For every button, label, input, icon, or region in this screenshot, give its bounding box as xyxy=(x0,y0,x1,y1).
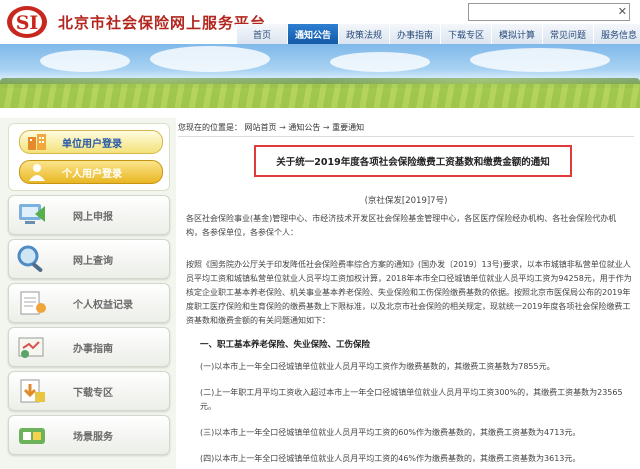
sidebar-item-downloads[interactable]: 下载专区 xyxy=(8,371,170,411)
list-item: (四)以本市上一年全口径城镇单位就业人员月平均工资的46%作为缴费基数的，其缴费… xyxy=(200,454,581,463)
building-icon xyxy=(28,134,46,150)
online-declare-icon xyxy=(19,204,45,224)
person-record-icon xyxy=(20,291,46,315)
nav-policies[interactable]: 政策法规 xyxy=(338,24,389,44)
sidebar-item-label: 个人权益记录 xyxy=(73,299,133,311)
breadcrumb-home[interactable]: 网站首页 xyxy=(245,123,277,132)
site-title: 北京市社会保险网上服务平台 xyxy=(58,14,267,32)
close-icon[interactable]: ✕ xyxy=(618,4,627,20)
nav-home[interactable]: 首页 xyxy=(236,24,287,44)
login-box: 单位用户登录 个人用户登录 xyxy=(8,123,170,191)
nav-downloads[interactable]: 下载专区 xyxy=(440,24,491,44)
breadcrumb-separator: → xyxy=(322,123,330,132)
magnifier-icon xyxy=(17,245,43,272)
breadcrumb-separator: → xyxy=(279,123,286,132)
sidebar-item-label: 网上查询 xyxy=(73,255,113,267)
sidebar-item-label: 办事指南 xyxy=(73,343,113,355)
banner-image xyxy=(0,44,640,108)
download-icon xyxy=(20,379,45,403)
sidebar-item-person-record[interactable]: 个人权益记录 xyxy=(8,283,170,323)
main-content: 您现在的位置是： 网站首页 → 通知公告 → 重要通知 关于统一2019年度各项… xyxy=(178,118,638,469)
person-icon xyxy=(29,164,45,181)
nav-notices[interactable]: 通知公告 xyxy=(287,24,338,44)
nav-service-info[interactable]: 服务信息 xyxy=(593,24,640,44)
unit-login-label: 单位用户登录 xyxy=(62,138,122,150)
divider xyxy=(178,136,634,137)
breadcrumb-important[interactable]: 重要通知 xyxy=(332,123,364,132)
scene-service-icon xyxy=(19,428,45,444)
nav-guide[interactable]: 办事指南 xyxy=(389,24,440,44)
body-paragraph: 按照《国务院办公厅关于印发降低社会保险费率综合方案的通知》(国办发〔2019〕1… xyxy=(186,260,632,325)
unit-login-button[interactable]: 单位用户登录 xyxy=(19,130,163,154)
list-item: (一)以本市上一年全口径城镇单位就业人员月平均工资作为缴费基数的，其缴费工资基数… xyxy=(200,362,555,371)
si-logo-icon[interactable]: SI xyxy=(6,4,50,40)
search-input[interactable]: ✕ xyxy=(468,3,630,21)
sidebar: 单位用户登录 个人用户登录 网上申报 网上查询 个人权益记录 办事指南 下载专区… xyxy=(0,118,176,469)
article-title: 关于统一2019年度各项社会保险缴费工资基数和缴费金额的通知 xyxy=(276,157,550,168)
person-login-button[interactable]: 个人用户登录 xyxy=(19,160,163,184)
sidebar-item-label: 下载专区 xyxy=(73,387,113,399)
breadcrumb: 您现在的位置是： 网站首页 → 通知公告 → 重要通知 xyxy=(178,122,634,133)
article-title-box: 关于统一2019年度各项社会保险缴费工资基数和缴费金额的通知 xyxy=(254,145,572,177)
list-item: (三)以本市上一年全口径城镇单位就业人员月平均工资的60%作为缴费基数的，其缴费… xyxy=(200,428,581,437)
breadcrumb-notices[interactable]: 通知公告 xyxy=(288,123,320,132)
person-login-label: 个人用户登录 xyxy=(62,168,122,180)
sidebar-item-label: 网上申报 xyxy=(73,211,113,223)
sidebar-item-scene-service[interactable]: 场景服务 xyxy=(8,415,170,455)
document-number: (京社保发[2019]7号) xyxy=(364,196,448,206)
site-header: SI 北京市社会保险网上服务平台 ✕ 首页 通知公告 政策法规 办事指南 下载专… xyxy=(0,0,640,44)
guide-icon xyxy=(18,337,44,358)
sidebar-item-guide[interactable]: 办事指南 xyxy=(8,327,170,367)
main-nav: 首页 通知公告 政策法规 办事指南 下载专区 模拟计算 常见问题 服务信息 xyxy=(236,24,640,44)
nav-calculator[interactable]: 模拟计算 xyxy=(491,24,542,44)
breadcrumb-prefix: 您现在的位置是： xyxy=(178,123,242,132)
addressee-paragraph: 各区社会保险事业(基金)管理中心、市经济技术开发区社会保险基金管理中心，各区医疗… xyxy=(186,214,617,237)
section-heading: 一、职工基本养老保险、失业保险、工伤保险 xyxy=(200,340,371,350)
list-item: (二)上一年职工月平均工资收入超过本市上一年全口径城镇单位就业人员月平均工资30… xyxy=(200,388,623,411)
sidebar-item-online-query[interactable]: 网上查询 xyxy=(8,239,170,279)
sidebar-item-label: 场景服务 xyxy=(73,431,113,443)
nav-faq[interactable]: 常见问题 xyxy=(542,24,593,44)
svg-text:SI: SI xyxy=(16,12,39,34)
sidebar-item-online-declare[interactable]: 网上申报 xyxy=(8,195,170,235)
